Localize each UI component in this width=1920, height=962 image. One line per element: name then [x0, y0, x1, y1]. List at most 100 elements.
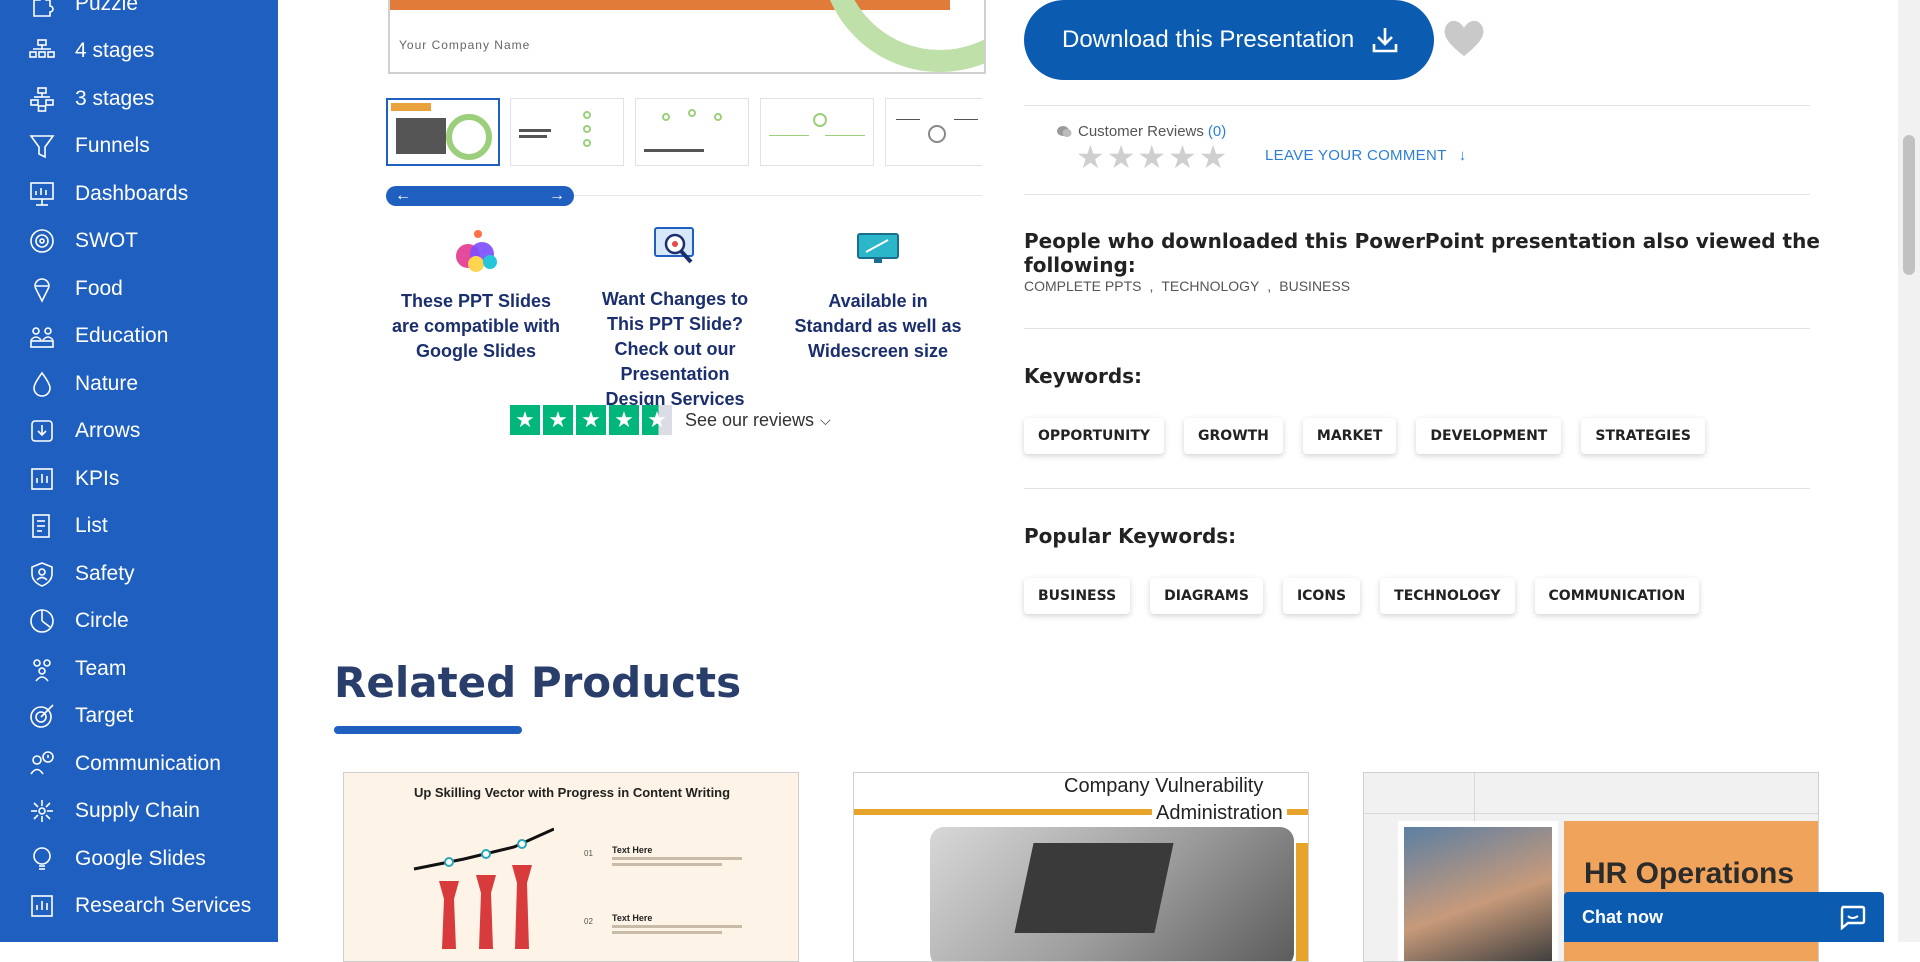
- sidebar-item-swot[interactable]: SWOT: [0, 218, 278, 265]
- scrollbar-thumb[interactable]: [1903, 135, 1915, 275]
- sidebar-item-arrows[interactable]: Arrows: [0, 408, 278, 455]
- popular-keyword-chip[interactable]: COMMUNICATION: [1534, 578, 1700, 614]
- sidebar-item-communication[interactable]: Communication: [0, 740, 278, 787]
- thumbnail-3[interactable]: [635, 98, 749, 166]
- card-grid-line: [1364, 813, 1818, 814]
- also-viewed-title: People who downloaded this PowerPoint pr…: [1024, 229, 1820, 277]
- feature-design-services[interactable]: Want Changes to This PPT Slide? Check ou…: [588, 224, 762, 412]
- feature-design-services-text: Want Changes to This PPT Slide? Check ou…: [601, 289, 749, 409]
- rating-star-icon[interactable]: ★: [1076, 140, 1105, 174]
- design-services-icon: [654, 227, 694, 264]
- category-separator: ,: [1267, 278, 1272, 294]
- sidebar-item-nature[interactable]: Nature: [0, 360, 278, 407]
- keyword-chip[interactable]: GROWTH: [1184, 418, 1283, 454]
- category-link[interactable]: COMPLETE PPTS: [1024, 278, 1141, 294]
- sidebar-item-list[interactable]: List: [0, 503, 278, 550]
- card-orange-side: [1296, 843, 1308, 961]
- card-laptop-screen: [1014, 843, 1174, 933]
- review-count[interactable]: (0): [1208, 123, 1226, 140]
- circle-icon: [28, 607, 56, 635]
- preview-company-name: Your Company Name: [399, 38, 531, 52]
- rating-star-icon[interactable]: ★: [1199, 140, 1228, 174]
- sidebar-item-4-stages[interactable]: 4 stages: [0, 28, 278, 75]
- card-text-line: [612, 925, 742, 928]
- download-button-label: Download this Presentation: [1062, 26, 1355, 53]
- sidebar-item-safety[interactable]: Safety: [0, 550, 278, 597]
- related-product-card[interactable]: Up Skilling Vector with Progress in Cont…: [343, 772, 799, 962]
- rating-star-icon[interactable]: ★: [1107, 140, 1136, 174]
- sidebar-item-label: Dashboards: [75, 181, 189, 205]
- favorite-heart-icon[interactable]: [1442, 18, 1486, 58]
- sidebar-item-kpis[interactable]: KPIs: [0, 455, 278, 502]
- sidebar-item-all-categories[interactable]: All Categories: [0, 930, 278, 943]
- thumb-text-line: [519, 135, 547, 138]
- communication-icon: [28, 750, 56, 778]
- keyword-chip[interactable]: OPPORTUNITY: [1024, 418, 1165, 454]
- sidebar-item-target[interactable]: Target: [0, 693, 278, 740]
- rating-star-icon[interactable]: ★: [1168, 140, 1197, 174]
- card-title-line1: Company Vulnerability: [1064, 775, 1264, 797]
- customer-reviews: Customer Reviews (0): [1056, 123, 1226, 140]
- sidebar-item-label: 3 stages: [75, 86, 155, 110]
- see-reviews-link[interactable]: See our reviews: [685, 410, 814, 431]
- page-scrollbar[interactable]: [1898, 0, 1920, 942]
- popular-keyword-chip[interactable]: TECHNOLOGY: [1380, 578, 1515, 614]
- chat-bubble-icon: [1840, 905, 1866, 930]
- card-title-line2: Administration: [1152, 802, 1287, 825]
- keyword-chip[interactable]: STRATEGIES: [1581, 418, 1705, 454]
- rating-star-icon[interactable]: ★: [1137, 140, 1166, 174]
- category-link[interactable]: BUSINESS: [1279, 278, 1350, 294]
- feature-google-slides-text: These PPT Slides are compatible with Goo…: [391, 291, 561, 361]
- category-link[interactable]: TECHNOLOGY: [1161, 278, 1259, 294]
- pager-next-arrow-icon[interactable]: →: [546, 186, 568, 206]
- sidebar-item-puzzle[interactable]: Puzzle: [0, 0, 278, 27]
- rating-stars[interactable]: ★ ★ ★ ★ ★: [1076, 140, 1229, 174]
- sidebar-item-label: Nature: [75, 371, 139, 395]
- trustpilot-widget[interactable]: ★ ★ ★ ★ ★ See our reviews ⌵: [510, 405, 831, 435]
- thumb-dot: [583, 111, 591, 119]
- four-stages-icon: [28, 37, 56, 65]
- sidebar-item-label: Arrows: [75, 419, 141, 442]
- sidebar-item-funnels[interactable]: Funnels: [0, 123, 278, 170]
- sidebar-item-label: Google Slides: [75, 846, 206, 870]
- sidebar-item-dashboards[interactable]: Dashboards: [0, 170, 278, 217]
- related-product-card[interactable]: Company Vulnerability Administration: [853, 772, 1309, 962]
- google-slides-compat-icon: [456, 230, 497, 272]
- slide-preview[interactable]: Your Company Name: [388, 0, 986, 74]
- thumbnail-1[interactable]: [386, 98, 500, 166]
- sidebar-item-education[interactable]: Education: [0, 313, 278, 360]
- dashboard-icon: [28, 180, 56, 208]
- thumb-image: [396, 118, 446, 154]
- card-number: 02: [584, 917, 593, 926]
- chat-now-button[interactable]: Chat now: [1564, 892, 1884, 942]
- sidebar-item-google-slides[interactable]: Google Slides: [0, 835, 278, 882]
- leave-comment-label: LEAVE YOUR COMMENT: [1265, 147, 1447, 164]
- keyword-chip[interactable]: MARKET: [1302, 418, 1397, 454]
- sidebar-item-circle[interactable]: Circle: [0, 598, 278, 645]
- keyword-chip[interactable]: DEVELOPMENT: [1416, 418, 1562, 454]
- sidebar-item-3-stages[interactable]: 3 stages: [0, 75, 278, 122]
- sidebar-item-food[interactable]: Food: [0, 265, 278, 312]
- widescreen-monitor-icon: [857, 233, 899, 263]
- thumbnail-4[interactable]: [760, 98, 874, 166]
- puzzle-icon: [28, 0, 56, 18]
- thumb-circle: [446, 114, 492, 160]
- sidebar-item-label: KPIs: [75, 466, 120, 490]
- download-presentation-button[interactable]: Download this Presentation: [1024, 0, 1434, 80]
- reviews-chat-icon: [1057, 125, 1072, 137]
- leave-comment-link[interactable]: LEAVE YOUR COMMENT ↓: [1265, 147, 1467, 164]
- thumbnail-2[interactable]: [510, 98, 624, 166]
- popular-keyword-chip[interactable]: ICONS: [1282, 578, 1361, 614]
- related-products-title: Related Products: [334, 658, 742, 707]
- sidebar-item-supply-chain[interactable]: Supply Chain: [0, 788, 278, 835]
- popular-keyword-chip[interactable]: BUSINESS: [1024, 578, 1131, 614]
- sidebar-item-label: List: [75, 514, 108, 537]
- sidebar-item-team[interactable]: Team: [0, 645, 278, 692]
- supply-chain-icon: [28, 797, 56, 825]
- pager-prev-arrow-icon[interactable]: ←: [392, 186, 414, 206]
- popular-keyword-chip[interactable]: DIAGRAMS: [1150, 578, 1263, 614]
- sidebar-item-label: SWOT: [75, 229, 138, 252]
- sidebar-item-label: 4 stages: [75, 39, 155, 62]
- thumbnail-5[interactable]: [885, 98, 982, 166]
- sidebar-item-research-services[interactable]: Research Services: [0, 883, 278, 930]
